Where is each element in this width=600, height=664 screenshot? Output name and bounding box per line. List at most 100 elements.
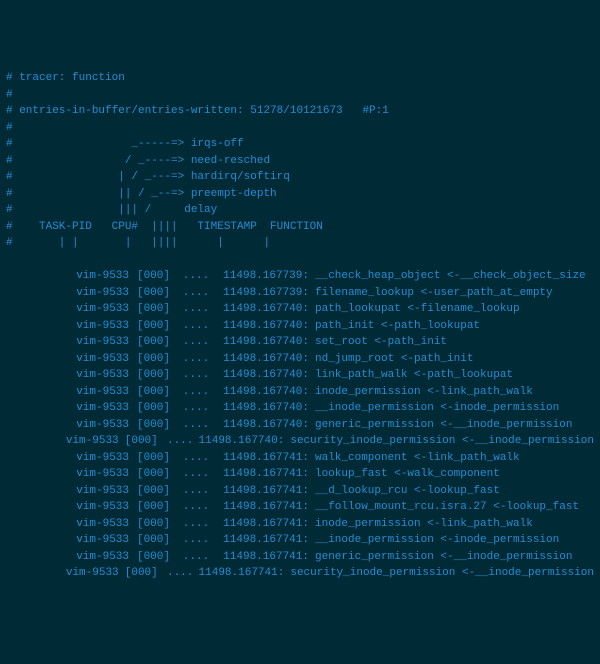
task-pid: vim-9533 (6, 450, 131, 467)
timestamp: 11498.167741: (216, 499, 311, 516)
trace-rows: vim-9533[000]....11498.167739:__check_he… (6, 268, 594, 582)
timestamp: 11498.167741: (199, 565, 287, 582)
cpu-num: [000] (131, 417, 176, 434)
trace-row: vim-9533[000]....11498.167741:generic_pe… (6, 549, 594, 566)
timestamp: 11498.167740: (216, 417, 311, 434)
timestamp: 11498.167740: (216, 351, 311, 368)
header-line: # | / _---=> hardirq/softirq (6, 169, 594, 186)
trace-row: vim-9533[000]....11498.167741:__follow_m… (6, 499, 594, 516)
timestamp: 11498.167740: (216, 301, 311, 318)
flags: .... (176, 417, 216, 434)
flags: .... (176, 268, 216, 285)
trace-row: vim-9533[000]....11498.167740:nd_jump_ro… (6, 351, 594, 368)
timestamp: 11498.167741: (216, 516, 311, 533)
flags: .... (176, 483, 216, 500)
flags: .... (176, 318, 216, 335)
header-line: # | | | |||| | | (6, 235, 594, 252)
trace-row: vim-9533[000]....11498.167740:security_i… (6, 433, 594, 450)
task-pid: vim-9533 (6, 565, 121, 582)
cpu-num: [000] (131, 268, 176, 285)
cpu-num: [000] (131, 466, 176, 483)
flags: .... (176, 334, 216, 351)
timestamp: 11498.167740: (216, 384, 311, 401)
header-line: # TASK-PID CPU# |||| TIMESTAMP FUNCTION (6, 219, 594, 236)
trace-row: vim-9533[000]....11498.167741:security_i… (6, 565, 594, 582)
timestamp: 11498.167740: (216, 318, 311, 335)
trace-row: vim-9533[000]....11498.167740:link_path_… (6, 367, 594, 384)
cpu-num: [000] (131, 499, 176, 516)
trace-row: vim-9533[000]....11498.167741:__inode_pe… (6, 532, 594, 549)
task-pid: vim-9533 (6, 351, 131, 368)
header-line: # (6, 87, 594, 104)
flags: .... (176, 499, 216, 516)
trace-row: vim-9533[000]....11498.167739:filename_l… (6, 285, 594, 302)
trace-row: vim-9533[000]....11498.167739:__check_he… (6, 268, 594, 285)
header-line: # / _----=> need-resched (6, 153, 594, 170)
function-call: __inode_permission <-inode_permission (311, 532, 594, 549)
task-pid: vim-9533 (6, 433, 121, 450)
task-pid: vim-9533 (6, 483, 131, 500)
function-call: lookup_fast <-walk_component (311, 466, 594, 483)
cpu-num: [000] (121, 433, 162, 450)
function-call: generic_permission <-__inode_permission (311, 549, 594, 566)
cpu-num: [000] (131, 367, 176, 384)
flags: .... (162, 433, 199, 450)
timestamp: 11498.167740: (216, 334, 311, 351)
cpu-num: [000] (131, 532, 176, 549)
task-pid: vim-9533 (6, 549, 131, 566)
trace-row: vim-9533[000]....11498.167740:set_root <… (6, 334, 594, 351)
task-pid: vim-9533 (6, 400, 131, 417)
function-call: __inode_permission <-inode_permission (311, 400, 594, 417)
trace-row: vim-9533[000]....11498.167741:__d_lookup… (6, 483, 594, 500)
cpu-num: [000] (131, 450, 176, 467)
function-call: path_init <-path_lookupat (311, 318, 594, 335)
function-call: walk_component <-link_path_walk (311, 450, 594, 467)
header-line: # tracer: function (6, 70, 594, 87)
task-pid: vim-9533 (6, 532, 131, 549)
cpu-num: [000] (131, 318, 176, 335)
task-pid: vim-9533 (6, 334, 131, 351)
timestamp: 11498.167741: (216, 450, 311, 467)
timestamp: 11498.167741: (216, 532, 311, 549)
trace-row: vim-9533[000]....11498.167741:inode_perm… (6, 516, 594, 533)
function-call: inode_permission <-link_path_walk (311, 384, 594, 401)
header-line: # || / _--=> preempt-depth (6, 186, 594, 203)
timestamp: 11498.167741: (216, 466, 311, 483)
timestamp: 11498.167739: (216, 285, 311, 302)
task-pid: vim-9533 (6, 384, 131, 401)
function-call: security_inode_permission <-__inode_perm… (286, 565, 594, 582)
flags: .... (176, 532, 216, 549)
cpu-num: [000] (131, 384, 176, 401)
flags: .... (176, 516, 216, 533)
cpu-num: [000] (131, 549, 176, 566)
function-call: link_path_walk <-path_lookupat (311, 367, 594, 384)
task-pid: vim-9533 (6, 318, 131, 335)
cpu-num: [000] (131, 334, 176, 351)
flags: .... (176, 549, 216, 566)
function-call: __d_lookup_rcu <-lookup_fast (311, 483, 594, 500)
task-pid: vim-9533 (6, 499, 131, 516)
function-call: filename_lookup <-user_path_at_empty (311, 285, 594, 302)
timestamp: 11498.167741: (216, 549, 311, 566)
task-pid: vim-9533 (6, 417, 131, 434)
cpu-num: [000] (131, 516, 176, 533)
function-call: generic_permission <-__inode_permission (311, 417, 594, 434)
trace-row: vim-9533[000]....11498.167740:__inode_pe… (6, 400, 594, 417)
task-pid: vim-9533 (6, 466, 131, 483)
flags: .... (176, 285, 216, 302)
trace-row: vim-9533[000]....11498.167740:generic_pe… (6, 417, 594, 434)
function-call: inode_permission <-link_path_walk (311, 516, 594, 533)
timestamp: 11498.167740: (199, 433, 287, 450)
trace-row: vim-9533[000]....11498.167740:path_init … (6, 318, 594, 335)
timestamp: 11498.167740: (216, 367, 311, 384)
task-pid: vim-9533 (6, 285, 131, 302)
flags: .... (176, 351, 216, 368)
timestamp: 11498.167741: (216, 483, 311, 500)
cpu-num: [000] (131, 351, 176, 368)
cpu-num: [000] (131, 400, 176, 417)
flags: .... (176, 384, 216, 401)
header-line: # ||| / delay (6, 202, 594, 219)
task-pid: vim-9533 (6, 301, 131, 318)
function-call: security_inode_permission <-__inode_perm… (286, 433, 594, 450)
task-pid: vim-9533 (6, 367, 131, 384)
